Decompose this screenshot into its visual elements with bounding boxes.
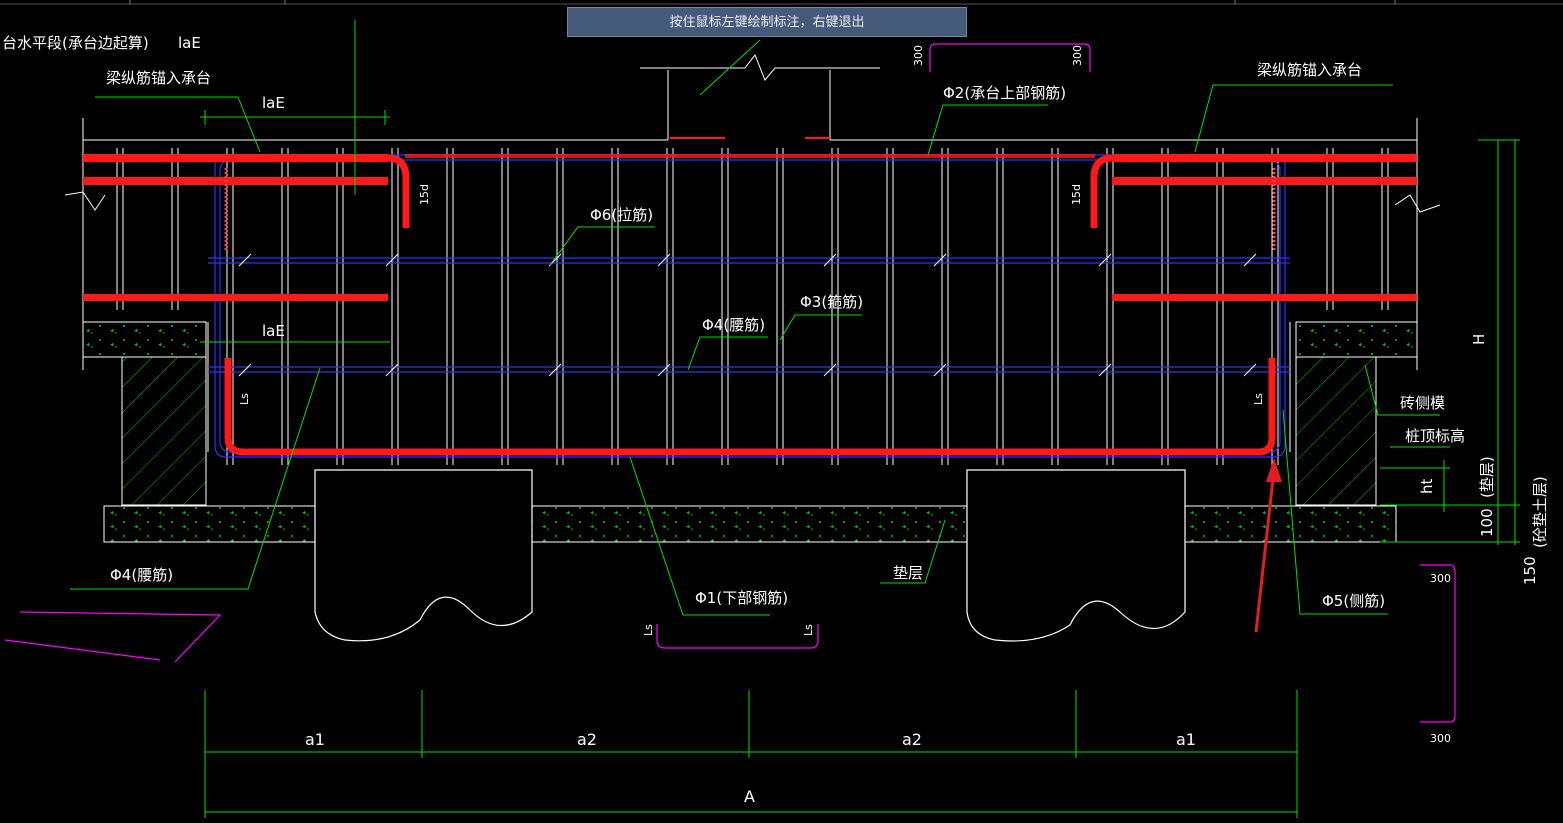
ls-right: Ls — [1252, 393, 1265, 405]
dim-a2-right: a2 — [902, 730, 922, 749]
lae-mid-label: laE — [262, 322, 285, 340]
hook-15d-right: 15d — [1070, 184, 1083, 205]
dim-a1-left: a1 — [305, 730, 325, 749]
dim-150-label: 150 — [1521, 556, 1539, 585]
phi1-label: Φ1(下部钢筋) — [695, 589, 788, 607]
brick-mold-right — [1295, 356, 1377, 506]
pile-top-elev-label: 桩顶标高 — [1405, 427, 1465, 445]
h-label: H — [1470, 334, 1488, 345]
magenta-dims — [4, 43, 1456, 723]
tie-marker — [823, 253, 837, 267]
concrete-cap-left — [82, 321, 207, 358]
dim-a1-right: a1 — [1176, 730, 1196, 749]
blue-stirrup-loop — [208, 154, 1290, 458]
tie-marker — [933, 253, 947, 267]
cushion-vertical-label: (垫层) — [1478, 456, 1496, 498]
ls-left: Ls — [238, 393, 251, 405]
tie-marker — [238, 363, 252, 377]
tie-marker — [548, 363, 562, 377]
hook-right — [1090, 154, 1113, 228]
tie-marker — [657, 363, 671, 377]
cushion-label: 垫层 — [893, 564, 923, 582]
cad-drawing-canvas[interactable]: 台水平段(承台边起算) laE 梁纵筋锚入承台 梁纵筋锚入承台 laE laE … — [0, 0, 1563, 823]
top-toolbar-fragment — [0, 0, 1563, 5]
stirrups — [116, 148, 1389, 465]
tie-marker — [933, 363, 947, 377]
cushion-layer — [103, 505, 1397, 543]
ls-bottom-a: Ls — [642, 624, 655, 636]
tie-marker — [1243, 363, 1257, 377]
dim-300-top-b: 300 — [1071, 45, 1084, 66]
dim-300-right-a: 300 — [1430, 572, 1451, 585]
dim-300-right-b: 300 — [1430, 732, 1451, 745]
brick-mold-left — [121, 356, 207, 506]
tie-marker — [1098, 253, 1112, 267]
tie-marker — [1098, 363, 1112, 377]
dim-100-label: 100 — [1478, 508, 1496, 537]
lae-top-label: laE — [262, 94, 285, 112]
phi2-label: Φ2(承台上部钢筋) — [943, 84, 1066, 102]
ls-bottom-b: Ls — [802, 624, 815, 636]
dim-A: A — [744, 787, 755, 806]
header-laE: laE — [178, 34, 201, 52]
beam-anchor-right-label: 梁纵筋锚入承台 — [1257, 61, 1362, 79]
phi3-label: Φ3(箍筋) — [800, 293, 863, 311]
dim-a2-left: a2 — [577, 730, 597, 749]
red-pointer-arrow — [1254, 458, 1282, 633]
phi4-left-label: Φ4(腰筋) — [110, 566, 173, 584]
tie-marker — [823, 363, 837, 377]
header-text: 台水平段(承台边起算) — [2, 34, 149, 52]
concrete-cap-right — [1295, 321, 1418, 358]
phi5-label: Φ5(侧筋) — [1322, 592, 1385, 610]
phi4-mid-label: Φ4(腰筋) — [702, 316, 765, 334]
tie-marker — [657, 253, 671, 267]
hook-15d-left: 15d — [418, 184, 431, 205]
tie-marker — [1243, 253, 1257, 267]
beam-outline — [64, 53, 1441, 452]
ht-label: ht — [1418, 478, 1436, 494]
concrete-vertical-label: (砼垫土层) — [1531, 476, 1549, 548]
phi6-label: Φ6(拉筋) — [590, 206, 653, 224]
hook-left — [387, 154, 410, 228]
brick-mold-label: 砖侧模 — [1400, 394, 1445, 412]
tie-marker — [238, 253, 252, 267]
beam-anchor-left-label: 梁纵筋锚入承台 — [106, 69, 211, 87]
dim-300-top-a: 300 — [912, 45, 925, 66]
